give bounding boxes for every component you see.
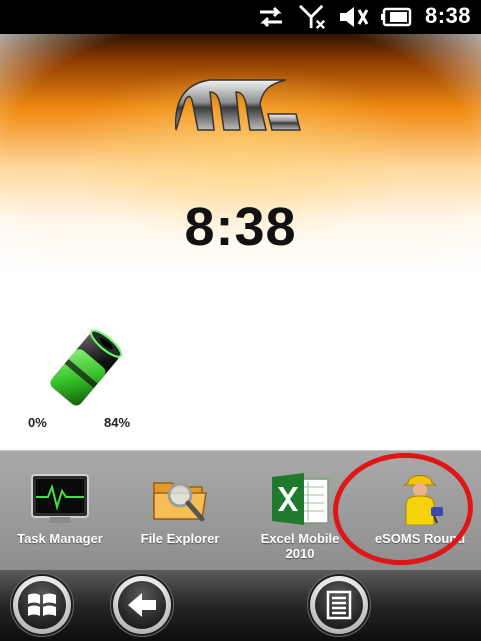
no-signal-icon[interactable] [297,4,329,30]
back-arrow-icon [128,593,156,617]
menu-button[interactable] [310,576,368,634]
battery-icon[interactable] [380,4,414,30]
app-file-explorer[interactable]: File Explorer [120,451,240,571]
app-task-manager[interactable]: Task Manager [0,451,120,571]
menu-list-icon [326,590,352,620]
excel-mobile-icon[interactable] [270,473,330,525]
app-launcher: Task Manager File Explorer Excel Mobile … [0,448,481,571]
file-explorer-icon[interactable] [150,473,210,525]
battery-widget-icon[interactable] [44,328,126,410]
status-time[interactable]: 8:38 [425,3,471,29]
status-bar: 8:38 [0,0,481,34]
battery-right-percent: 84% [104,415,131,430]
taskbar [0,570,481,641]
mc-logo [174,79,301,131]
windows-logo-icon [28,593,56,616]
back-button[interactable] [113,576,171,634]
start-button[interactable] [13,576,71,634]
sync-arrows-icon[interactable] [256,4,286,30]
volume-muted-icon[interactable] [337,4,373,30]
app-label: Task Manager [17,531,103,546]
task-manager-icon[interactable] [30,473,90,525]
app-label: File Explorer [140,531,220,546]
battery-left-percent: 0% [28,415,47,430]
home-clock[interactable]: 8:38 [0,196,481,258]
